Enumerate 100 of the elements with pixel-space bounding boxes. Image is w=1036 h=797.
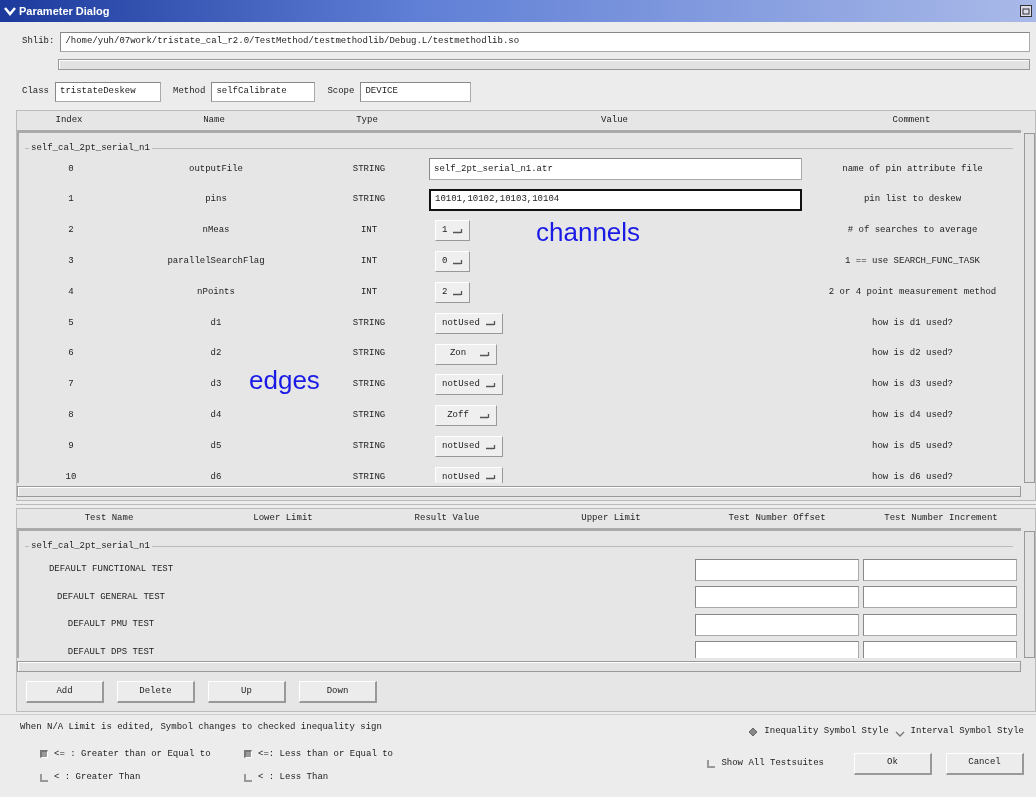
column-header: Test Number Increment — [883, 511, 999, 525]
index-cell-text: 3 — [67, 255, 75, 269]
column-header: Index — [54, 113, 84, 127]
test-name-cell-text: DEFAULT GENERAL TEST — [56, 590, 166, 604]
path-field[interactable]: /home/yuh/07work/tristate_cal_r2.0/TestMethod/testmethodlib/Debug.L/testmethodlib.so — [60, 32, 1030, 52]
text-field[interactable]: self_2pt_serial_n1.atr — [429, 158, 802, 181]
type-cell-text: STRING — [351, 439, 387, 453]
text-field[interactable] — [695, 613, 859, 636]
type-cell-text: STRING — [351, 347, 387, 361]
maximize-icon[interactable] — [1020, 5, 1032, 17]
text-field[interactable] — [863, 613, 1017, 636]
text-field[interactable]: tristateDeskew — [55, 82, 161, 102]
column-header: Value — [600, 113, 629, 127]
type-cell-text: INT — [359, 224, 379, 238]
option-indicator-icon — [453, 258, 464, 265]
option-menu[interactable]: 2 — [435, 282, 471, 304]
comment-cell-text: how is d2 used? — [871, 347, 954, 361]
option-menu[interactable]: 1 — [435, 220, 471, 242]
column-header: Upper Limit — [580, 511, 642, 525]
index-cell-text: 9 — [67, 439, 75, 453]
option-menu[interactable]: Zon — [435, 343, 497, 365]
action-button[interactable]: Up — [208, 681, 286, 703]
text-field[interactable] — [863, 641, 1017, 658]
index-cell-text: 0 — [67, 162, 75, 176]
index-cell-text: 10 — [64, 470, 78, 483]
name-cell-text: d1 — [209, 316, 223, 330]
annotation-label: channels — [536, 217, 641, 248]
test-name-cell-text: DEFAULT PMU TEST — [66, 618, 156, 631]
checkbox-label: Show All Testsuites — [721, 756, 824, 770]
option-menu[interactable]: 0 — [435, 251, 471, 273]
checkbox-label: <= : Greater than or Equal to — [54, 747, 211, 761]
column-header: Comment — [891, 113, 932, 127]
type-cell-text: STRING — [351, 193, 387, 207]
name-cell-text: d2 — [209, 347, 223, 361]
info-text: When N/A Limit is edited, Symbol changes to checked inequality sign — [20, 721, 383, 734]
checkbox[interactable] — [40, 773, 48, 782]
option-menu[interactable]: notUsed — [435, 374, 503, 396]
scrollbar[interactable] — [1024, 531, 1035, 658]
type-cell-text: STRING — [351, 378, 387, 392]
option-menu[interactable]: notUsed — [435, 312, 503, 334]
option-indicator-icon — [480, 351, 490, 358]
text-field[interactable]: DEVICE — [360, 82, 472, 102]
dialog-button[interactable]: Ok — [854, 752, 932, 775]
type-cell-text: STRING — [351, 409, 387, 422]
scrollbar[interactable] — [58, 59, 1030, 70]
type-cell-text: STRING — [351, 316, 387, 330]
option-indicator-icon — [485, 474, 496, 481]
checkbox[interactable] — [244, 750, 252, 759]
checkbox-label: <=: Less than or Equal to — [258, 747, 394, 761]
option-indicator-icon — [453, 228, 464, 234]
type-cell-text: STRING — [351, 470, 387, 483]
option-indicator-icon — [485, 443, 496, 450]
index-cell-text: 6 — [67, 347, 75, 361]
menu-icon[interactable] — [4, 6, 16, 16]
text-field[interactable]: 10101,10102,10103,10104 — [429, 189, 802, 212]
text-field[interactable] — [695, 586, 859, 609]
text-field[interactable] — [695, 558, 859, 581]
comment-cell-text: how is d6 used? — [871, 470, 954, 483]
index-cell-text: 4 — [67, 285, 75, 299]
name-cell-text: pins — [204, 193, 228, 207]
dialog-button[interactable]: Cancel — [946, 752, 1024, 775]
text-field[interactable]: selfCalibrate — [211, 82, 316, 102]
comment-cell-text: # of searches to average — [846, 224, 979, 238]
checkbox[interactable] — [244, 773, 252, 782]
text-field[interactable] — [695, 641, 859, 658]
test-name-cell-text: DEFAULT DPS TEST — [66, 645, 156, 658]
comment-cell-text: how is d3 used? — [871, 378, 954, 392]
type-cell-text: INT — [359, 285, 379, 299]
action-button[interactable]: Delete — [117, 681, 195, 703]
scrollbar[interactable] — [17, 661, 1021, 672]
action-button[interactable]: Add — [26, 681, 104, 703]
name-cell-text: parallelSearchFlag — [166, 255, 266, 269]
text-field[interactable] — [863, 558, 1017, 581]
name-cell-text: outputFile — [188, 162, 244, 176]
option-indicator-icon — [485, 320, 496, 327]
comment-cell-text: 1 == use SEARCH_FUNC_TASK — [844, 255, 981, 269]
field-label: Scope — [327, 85, 355, 99]
column-header: Test Name — [83, 511, 135, 525]
checkbox[interactable] — [707, 759, 716, 768]
scrollbar[interactable] — [1024, 133, 1035, 483]
option-menu[interactable]: notUsed — [435, 436, 503, 458]
radio-button[interactable] — [748, 726, 759, 737]
annotation-label: edges — [249, 365, 320, 396]
index-cell-text: 8 — [67, 409, 75, 422]
comment-cell-text: 2 or 4 point measurement method — [827, 285, 998, 299]
option-indicator-icon — [480, 412, 490, 419]
action-button[interactable]: Down — [299, 681, 377, 703]
comment-cell-text: how is d5 used? — [871, 439, 954, 453]
text-field[interactable] — [863, 586, 1017, 609]
index-cell-text: 7 — [67, 378, 75, 392]
name-cell-text: nPoints — [196, 285, 236, 299]
field-label: Method — [173, 85, 206, 99]
column-header: Type — [355, 113, 379, 127]
checkbox[interactable] — [40, 750, 48, 759]
option-indicator-icon — [485, 381, 496, 388]
option-menu[interactable]: Zoff — [435, 405, 497, 427]
scrollbar[interactable] — [17, 486, 1021, 497]
field-label: Class — [22, 85, 49, 99]
option-menu[interactable]: notUsed — [435, 466, 503, 483]
name-cell-text: d5 — [209, 439, 223, 453]
